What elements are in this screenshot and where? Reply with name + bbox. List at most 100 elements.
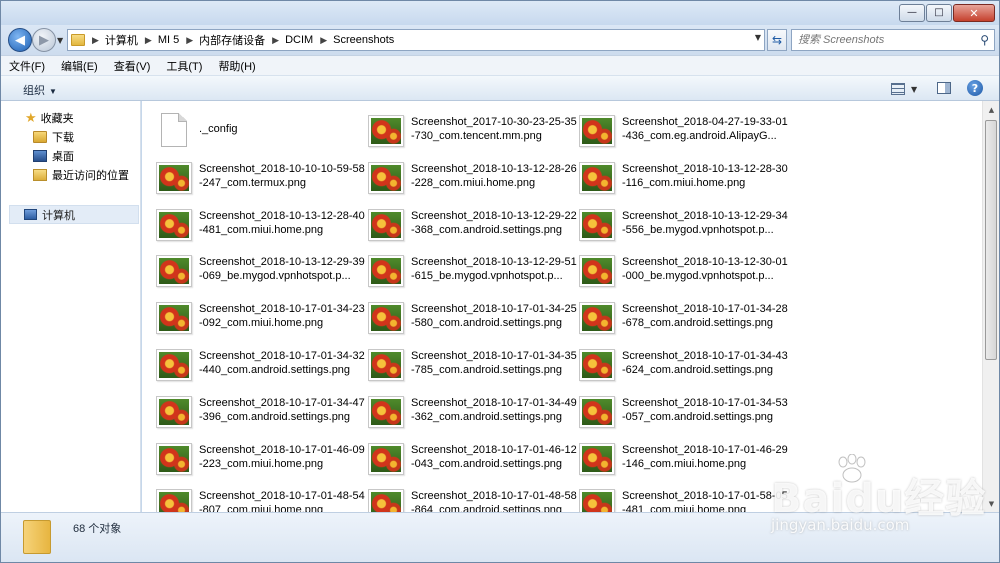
help-icon[interactable]: ?	[967, 80, 983, 96]
nav-label: 收藏夹	[40, 112, 74, 125]
breadcrumb-item[interactable]: DCIM	[285, 34, 313, 46]
file-item[interactable]: Screenshot_2018-10-17-01-34-25-580_com.a…	[368, 298, 578, 342]
menu-item[interactable]: 编辑(E)	[61, 58, 98, 74]
breadcrumb-item[interactable]: MI 5	[158, 34, 179, 46]
breadcrumb-separator-icon[interactable]: ▶	[272, 35, 279, 46]
file-item[interactable]: Screenshot_2018-10-17-01-46-12-043_com.a…	[368, 439, 578, 483]
nav-item-desktop[interactable]: 桌面	[1, 146, 141, 165]
file-item[interactable]: Screenshot_2018-10-17-01-46-09-223_com.m…	[156, 439, 366, 483]
image-thumbnail-icon	[579, 395, 615, 428]
file-name: Screenshot_2018-10-13-12-28-26-228_com.m…	[411, 162, 577, 189]
file-item[interactable]: Screenshot_2018-10-17-01-48-58-864_com.a…	[368, 485, 578, 512]
forward-button[interactable]: ▶	[32, 28, 56, 52]
thumbnail-picture	[159, 164, 189, 191]
menu-item[interactable]: 工具(T)	[166, 58, 202, 74]
file-item[interactable]: ._config	[156, 111, 366, 155]
back-button[interactable]: ◀	[8, 28, 32, 52]
scroll-up-icon[interactable]: ▲	[983, 101, 1000, 118]
search-icon[interactable]: ⚲	[980, 33, 989, 47]
search-box[interactable]: ⚲	[791, 29, 995, 51]
recent-pages-dropdown[interactable]: ▼	[57, 36, 63, 45]
address-dropdown-icon[interactable]: ▼	[755, 33, 761, 42]
file-item[interactable]: Screenshot_2018-10-13-12-29-34-556_be.my…	[579, 205, 789, 249]
refresh-button[interactable]: ⇆	[767, 29, 787, 51]
thumbnail-picture	[582, 211, 612, 238]
file-item[interactable]: Screenshot_2018-10-17-01-34-28-678_com.a…	[579, 298, 789, 342]
menu-item[interactable]: 帮助(H)	[218, 58, 255, 74]
nav-label: 下载	[52, 131, 74, 144]
file-item[interactable]: Screenshot_2018-10-17-01-34-32-440_com.a…	[156, 345, 366, 389]
nav-item-downloads[interactable]: 下载	[1, 127, 141, 146]
breadcrumb-item[interactable]: 计算机	[105, 32, 138, 48]
breadcrumb-separator-icon[interactable]: ▶	[92, 35, 99, 46]
star-icon: ★	[25, 110, 37, 125]
thumbnail-picture	[371, 118, 401, 144]
thumbnail-picture	[371, 211, 401, 238]
image-thumbnail-icon	[368, 489, 404, 512]
menu-item[interactable]: 文件(F)	[9, 58, 45, 74]
favorites-group: ★ 收藏夹 下载 桌面 最近访问的位置	[1, 108, 141, 184]
file-item[interactable]: Screenshot_2018-10-17-01-34-35-785_com.a…	[368, 345, 578, 389]
nav-item-computer[interactable]: 计算机	[9, 205, 139, 224]
file-name: Screenshot_2018-10-13-12-28-40-481_com.m…	[199, 209, 365, 236]
menu-item[interactable]: 查看(V)	[114, 58, 151, 74]
image-thumbnail-icon	[579, 442, 615, 475]
file-item[interactable]: Screenshot_2018-10-10-10-59-58-247_com.t…	[156, 158, 366, 202]
image-thumbnail-icon	[368, 208, 404, 241]
thumbnail-picture	[582, 492, 612, 512]
file-item[interactable]: Screenshot_2018-10-13-12-30-01-000_be.my…	[579, 251, 789, 295]
file-item[interactable]: Screenshot_2017-10-30-23-25-35-730_com.t…	[368, 111, 578, 155]
file-item[interactable]: Screenshot_2018-10-17-01-34-47-396_com.a…	[156, 392, 366, 436]
scrollbar-thumb[interactable]	[985, 120, 997, 360]
desktop-icon	[33, 149, 47, 162]
breadcrumb-separator-icon[interactable]: ▶	[320, 35, 327, 46]
thumbnail-picture	[371, 352, 401, 378]
file-list: ._config Screenshot_2017-10-30-23-25-35-7…	[142, 101, 982, 512]
preview-pane-icon[interactable]	[937, 82, 951, 94]
file-item[interactable]: Screenshot_2018-10-17-01-34-43-624_com.a…	[579, 345, 789, 389]
nav-label: 最近访问的位置	[52, 169, 129, 182]
image-thumbnail-icon	[579, 302, 615, 335]
breadcrumb-item[interactable]: 内部存储设备	[199, 32, 265, 48]
minimize-button[interactable]: —	[899, 4, 925, 22]
nav-label: 桌面	[52, 150, 74, 163]
thumbnail-picture	[371, 398, 401, 425]
title-bar: — □ ✕	[1, 1, 999, 25]
nav-favorites[interactable]: ★ 收藏夹	[1, 108, 141, 127]
file-item[interactable]: Screenshot_2018-10-17-01-48-54-807_com.m…	[156, 485, 366, 512]
organize-button[interactable]: 组织 ▼	[23, 82, 57, 98]
scroll-down-icon[interactable]: ▼	[983, 495, 1000, 512]
close-button[interactable]: ✕	[953, 4, 995, 22]
file-item[interactable]: Screenshot_2018-04-27-19-33-01-436_com.e…	[579, 111, 789, 155]
breadcrumb-item[interactable]: Screenshots	[333, 34, 394, 46]
file-item[interactable]: Screenshot_2018-10-17-01-34-23-092_com.m…	[156, 298, 366, 342]
file-item[interactable]: Screenshot_2018-10-13-12-28-40-481_com.m…	[156, 205, 366, 249]
file-item[interactable]: Screenshot_2018-10-13-12-29-39-069_be.my…	[156, 251, 366, 295]
change-view-button[interactable]: ▼	[891, 81, 925, 97]
file-item[interactable]: Screenshot_2018-10-13-12-28-26-228_com.m…	[368, 158, 578, 202]
folder-icon	[23, 520, 51, 554]
search-input[interactable]	[798, 34, 973, 46]
image-thumbnail-icon	[156, 442, 192, 475]
file-name: Screenshot_2018-10-13-12-29-34-556_be.my…	[622, 209, 788, 236]
address-bar[interactable]: ▶ 计算机 ▶ MI 5 ▶ 内部存储设备 ▶ DCIM ▶ Screenshots ▼	[67, 29, 765, 51]
breadcrumb-separator-icon[interactable]: ▶	[186, 35, 193, 46]
menu-bar: 文件(F) 编辑(E) 查看(V) 工具(T) 帮助(H)	[1, 55, 999, 75]
chevron-down-icon: ▼	[49, 87, 57, 96]
file-item[interactable]: Screenshot_2018-10-17-01-34-53-057_com.a…	[579, 392, 789, 436]
nav-item-recent-places[interactable]: 最近访问的位置	[1, 165, 141, 184]
maximize-button[interactable]: □	[926, 4, 952, 22]
file-item[interactable]: Screenshot_2018-10-17-01-46-29-146_com.m…	[579, 439, 789, 483]
refresh-icon: ⇆	[771, 33, 783, 47]
recent-places-icon	[33, 168, 47, 181]
vertical-scrollbar[interactable]: ▲ ▼	[982, 101, 999, 512]
thumbnail-picture	[159, 258, 189, 285]
file-item[interactable]: Screenshot_2018-10-13-12-29-22-368_com.a…	[368, 205, 578, 249]
file-name: Screenshot_2018-04-27-19-33-01-436_com.e…	[622, 116, 788, 142]
image-thumbnail-icon	[368, 115, 404, 147]
file-item[interactable]: Screenshot_2018-10-13-12-28-30-116_com.m…	[579, 158, 789, 202]
breadcrumb-separator-icon[interactable]: ▶	[145, 35, 152, 46]
file-item[interactable]: Screenshot_2018-10-13-12-29-51-615_be.my…	[368, 251, 578, 295]
file-item[interactable]: Screenshot_2018-10-17-01-58-05-481_com.m…	[579, 485, 789, 512]
file-item[interactable]: Screenshot_2018-10-17-01-34-49-362_com.a…	[368, 392, 578, 436]
